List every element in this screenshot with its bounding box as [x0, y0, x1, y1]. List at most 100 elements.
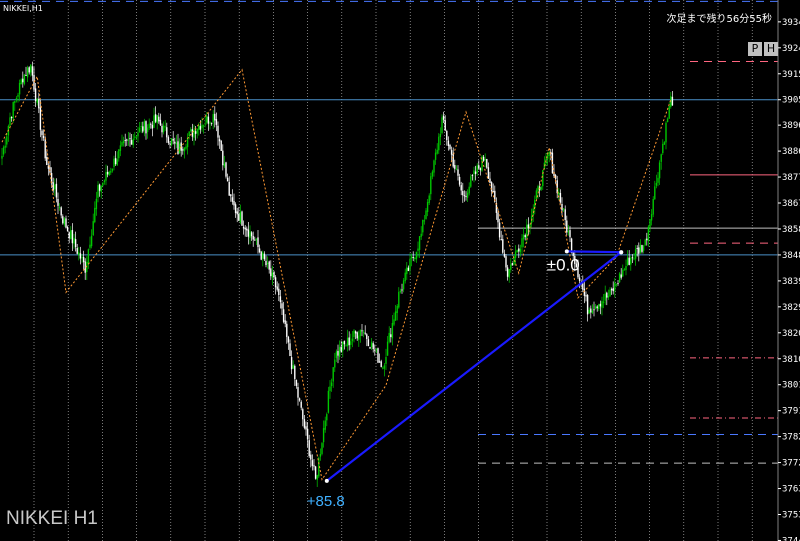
chart-watermark: NIKKEI H1 [6, 508, 98, 529]
candle-body [122, 140, 125, 144]
candle-body [426, 202, 429, 212]
candle-body [238, 214, 240, 221]
candle-body [393, 319, 395, 325]
candle-body [447, 140, 450, 147]
candle-body [150, 123, 152, 125]
price-chart[interactable]: +85.8 ±0.0 39340 39245 39150 39055 38962 38867… [0, 0, 800, 541]
candle-body [274, 277, 277, 288]
candle-body [206, 115, 208, 123]
candle-body [143, 121, 146, 131]
candle-body [604, 293, 606, 301]
candle-body [540, 187, 542, 190]
candle-body [254, 239, 256, 241]
candle-body [518, 248, 520, 252]
candle-body [247, 229, 250, 237]
measure-handle[interactable] [619, 250, 624, 255]
candle-body [308, 440, 310, 457]
y-tick-label: 37442 [782, 536, 800, 541]
candle-body [412, 257, 414, 259]
candle-body [562, 208, 565, 210]
candle-body [590, 308, 592, 313]
candle-body [60, 207, 62, 216]
candle-body [508, 269, 510, 278]
candle-body [474, 171, 477, 174]
candle-body [126, 139, 128, 141]
candle-body [642, 245, 645, 251]
candle-body [522, 234, 525, 240]
candle-body [114, 158, 117, 165]
y-tick-label: 38297 [782, 303, 800, 313]
candle-body [287, 336, 290, 343]
candle-body [257, 237, 259, 248]
candle-body [63, 218, 66, 225]
candle-body [406, 267, 408, 275]
candle-body [650, 214, 653, 221]
y-tick-label: 39340 [782, 18, 800, 28]
candle-body [602, 301, 605, 303]
candle-body [170, 138, 173, 145]
y-tick-label: 38962 [782, 121, 800, 131]
candle-body [222, 150, 224, 166]
candle-body [246, 228, 248, 231]
trendline-measure[interactable]: +85.8 ±0.0 [307, 249, 624, 510]
candle-body [138, 127, 141, 132]
candle-body [145, 121, 147, 134]
candle-body [6, 136, 8, 145]
zigzag-line [1, 68, 672, 481]
candle-body [410, 256, 413, 259]
candle-body [433, 160, 435, 173]
candle-body [334, 359, 336, 368]
candle-body [239, 212, 242, 223]
candle-body [250, 232, 253, 237]
candle-body [330, 382, 333, 387]
candle-body [169, 143, 171, 145]
candle-body [230, 194, 232, 197]
candle-body [231, 197, 234, 202]
candle-body [623, 269, 626, 271]
candle-body [615, 283, 618, 285]
candle-body [286, 323, 288, 337]
candle-body [87, 249, 90, 264]
candle-body [241, 211, 243, 226]
h-button[interactable]: H [764, 42, 778, 56]
candle-body [220, 140, 222, 151]
candle-body [321, 443, 323, 454]
candle-body [417, 248, 419, 251]
candle-body [281, 303, 283, 309]
candle-body [89, 244, 91, 248]
candle-body [610, 289, 613, 291]
candle-body [79, 253, 82, 259]
candle-body [375, 348, 378, 351]
candle-body [234, 204, 237, 214]
candle-body [127, 139, 130, 141]
measure-line[interactable] [566, 250, 622, 254]
candle-body [215, 119, 218, 125]
candle-body [356, 332, 358, 339]
candle-body [657, 177, 659, 183]
p-button[interactable]: P [748, 42, 762, 56]
candle-body [524, 235, 526, 238]
measure-handle[interactable] [564, 249, 569, 254]
measure-handle[interactable] [324, 478, 329, 483]
candle-body [567, 231, 570, 233]
candle-body [346, 337, 349, 347]
candle-body [537, 186, 539, 192]
candle-body [226, 177, 229, 182]
candle-body [174, 141, 176, 144]
candle-body [201, 124, 203, 129]
candle-body [46, 156, 48, 166]
candle-body [289, 343, 291, 357]
candle-body [140, 126, 142, 128]
measure-line[interactable] [326, 251, 622, 482]
candle-body [236, 211, 238, 215]
zigzag-indicator [1, 68, 672, 481]
candle-body [260, 251, 262, 260]
candle-body [436, 149, 438, 154]
candle-body [92, 221, 94, 236]
candle-body [279, 296, 282, 303]
candle-body [44, 138, 46, 159]
candle-body [278, 288, 280, 296]
candle-body [76, 247, 78, 254]
chart-window[interactable]: +85.8 ±0.0 39340 39245 39150 39055 38962 38867… [0, 0, 800, 541]
candle-body [556, 180, 558, 194]
